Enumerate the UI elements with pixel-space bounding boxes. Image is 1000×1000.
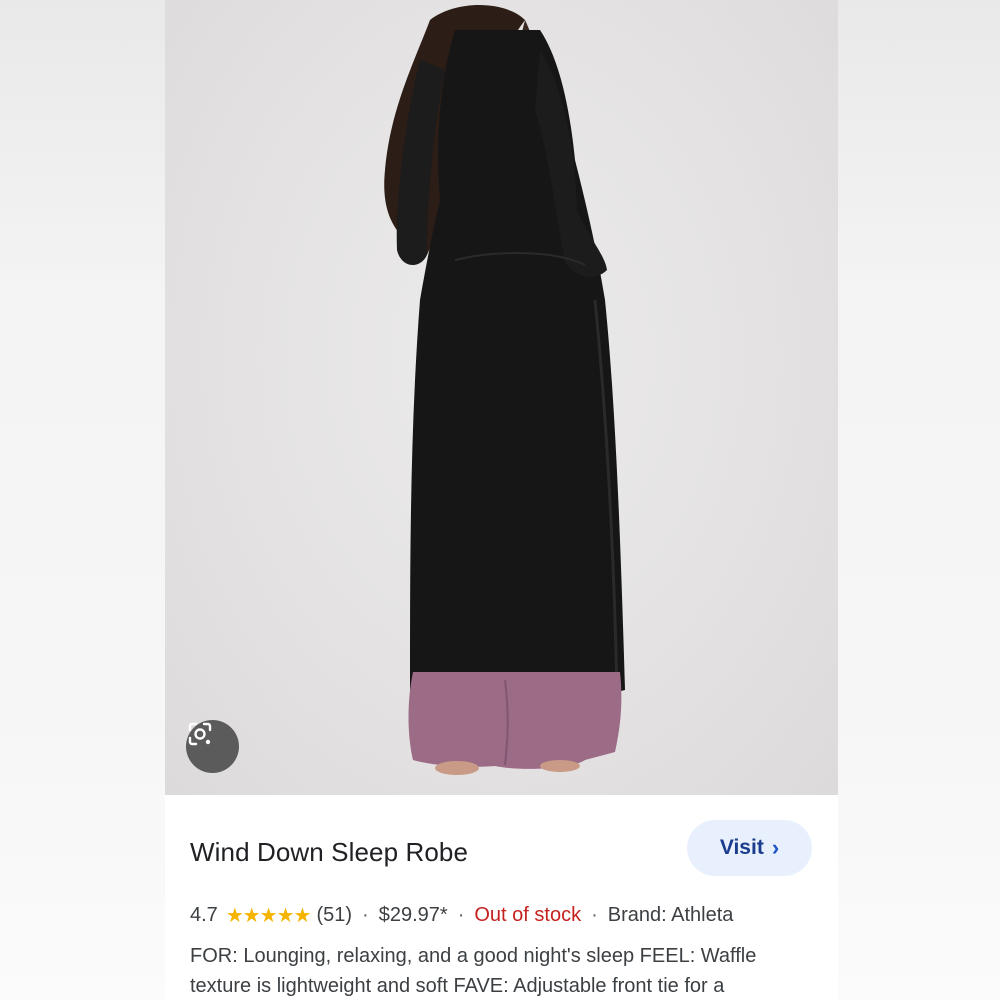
separator: ·: [362, 904, 369, 926]
page: Wind Down Sleep Robe Visit › 4.7 ★★★★★ (…: [0, 0, 1000, 1000]
review-count[interactable]: (51): [316, 904, 352, 927]
separator: ·: [591, 904, 598, 926]
separator: ·: [457, 904, 465, 926]
product-title[interactable]: Wind Down Sleep Robe: [190, 837, 468, 868]
brand: Brand: Athleta: [607, 904, 734, 926]
visit-button[interactable]: Visit ›: [687, 820, 812, 876]
left-backdrop: [0, 0, 165, 1000]
model-illustration: [384, 5, 625, 775]
product-info: Wind Down Sleep Robe Visit › 4.7 ★★★★★ (…: [165, 795, 838, 1000]
product-card: Wind Down Sleep Robe Visit › 4.7 ★★★★★ (…: [165, 0, 838, 1000]
product-meta: 4.7 ★★★★★ (51) · $29.97* · Out of stock …: [190, 903, 733, 928]
lens-search-button[interactable]: [186, 720, 239, 773]
lens-search-icon: [188, 722, 212, 746]
product-image[interactable]: [165, 0, 838, 795]
product-description: FOR: Lounging, relaxing, and a good nigh…: [190, 945, 757, 997]
chevron-right-icon: ›: [771, 835, 780, 860]
star-icon: ★★★★★: [225, 905, 312, 927]
visit-button-label: Visit: [719, 836, 764, 859]
stock-status: Out of stock: [474, 904, 582, 926]
rating-value: 4.7: [190, 904, 218, 926]
price: $29.97*: [378, 904, 448, 926]
right-backdrop: [838, 0, 1000, 1000]
